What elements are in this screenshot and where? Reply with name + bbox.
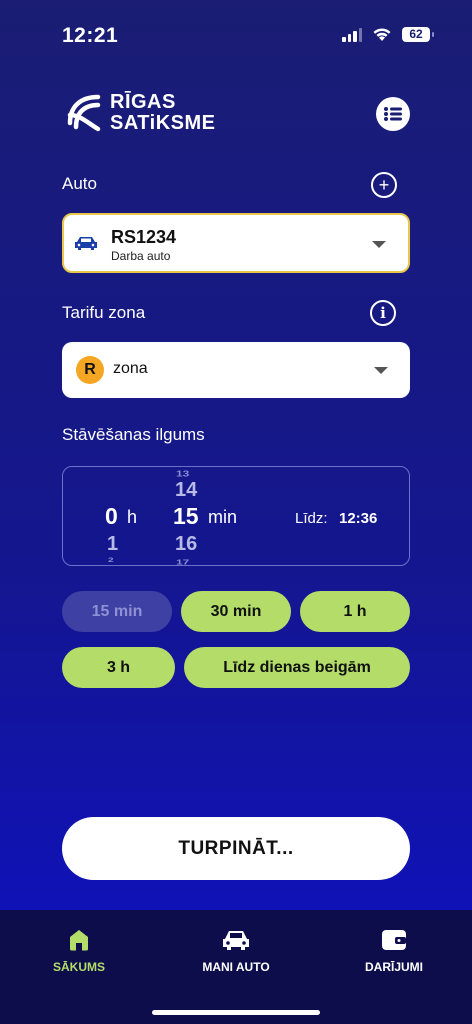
- app-logo: RĪGAS SATiKSME: [66, 92, 216, 134]
- status-icons: 62: [342, 26, 434, 42]
- duration-picker[interactable]: 0 h 1 2 13 14 15 min 16 17 Līdz: 12:36: [62, 466, 410, 566]
- tab-my-cars[interactable]: MANI AUTO: [190, 928, 282, 974]
- zone-name: zona: [113, 360, 148, 377]
- tab-my-cars-label: MANI AUTO: [202, 960, 270, 974]
- tab-transactions-label: DARĪJUMI: [364, 960, 423, 974]
- minutes-value: 15: [173, 503, 199, 529]
- preset-end-of-day-button[interactable]: Līdz dienas beigām: [184, 647, 410, 688]
- info-button[interactable]: i: [370, 300, 396, 326]
- logo-text: RĪGAS SATiKSME: [110, 92, 216, 134]
- hours-next-2: 2: [108, 557, 114, 564]
- minutes-prev-2: 13: [176, 469, 190, 479]
- zone-badge: R: [76, 356, 104, 384]
- chevron-down-icon: [372, 241, 386, 248]
- signal-icon: [342, 26, 362, 42]
- logo-mark-icon: [67, 94, 101, 132]
- minutes-unit: min: [208, 507, 238, 527]
- car-icon: [75, 237, 97, 250]
- zone-label: Tarifu zona: [62, 303, 146, 322]
- auto-label: Auto: [62, 174, 97, 193]
- tab-bar: SĀKUMS MANI AUTO DARĪJUMI: [0, 910, 472, 1024]
- car-select[interactable]: RS1234 Darba auto: [62, 213, 410, 273]
- zone-select[interactable]: R zona: [62, 342, 410, 398]
- tab-home-label: SĀKUMS: [52, 960, 105, 974]
- add-car-button[interactable]: +: [371, 172, 397, 198]
- logo-line-1: RĪGAS: [110, 91, 176, 113]
- home-icon: [70, 930, 88, 951]
- hours-value: 0: [105, 503, 118, 529]
- preset-1-h-button[interactable]: 1 h: [300, 591, 410, 632]
- list-icon: [384, 107, 402, 121]
- info-icon: i: [380, 303, 386, 322]
- battery-icon: 62: [402, 26, 434, 42]
- until-time: 12:36: [339, 510, 378, 527]
- car-description: Darba auto: [111, 249, 171, 263]
- plus-icon: +: [378, 175, 390, 195]
- minutes-next: 16: [175, 533, 198, 555]
- duration-label: Stāvēšanas ilgums: [62, 425, 205, 444]
- home-indicator: [152, 1010, 320, 1015]
- until-label: Līdz:: [295, 510, 328, 527]
- logo-line-2: SATiKSME: [110, 112, 216, 134]
- minutes-prev: 14: [175, 479, 198, 501]
- tab-home[interactable]: SĀKUMS: [42, 928, 116, 974]
- wifi-icon: [373, 27, 391, 41]
- tab-transactions[interactable]: DARĪJUMI: [352, 928, 436, 974]
- preset-3-h-button[interactable]: 3 h: [62, 647, 175, 688]
- car-plate: RS1234: [111, 227, 177, 247]
- wallet-icon: [382, 930, 406, 950]
- status-time: 12:21: [62, 24, 119, 47]
- hours-unit: h: [127, 507, 138, 527]
- hours-next: 1: [107, 533, 119, 555]
- car-icon: [223, 931, 249, 950]
- chevron-down-icon: [374, 367, 388, 374]
- continue-button[interactable]: TURPINĀT...: [62, 817, 410, 880]
- preset-30-min-button[interactable]: 30 min: [181, 591, 291, 632]
- minutes-next-2: 17: [176, 557, 190, 567]
- preset-15-min-button[interactable]: 15 min: [62, 591, 172, 632]
- menu-button[interactable]: [376, 97, 410, 131]
